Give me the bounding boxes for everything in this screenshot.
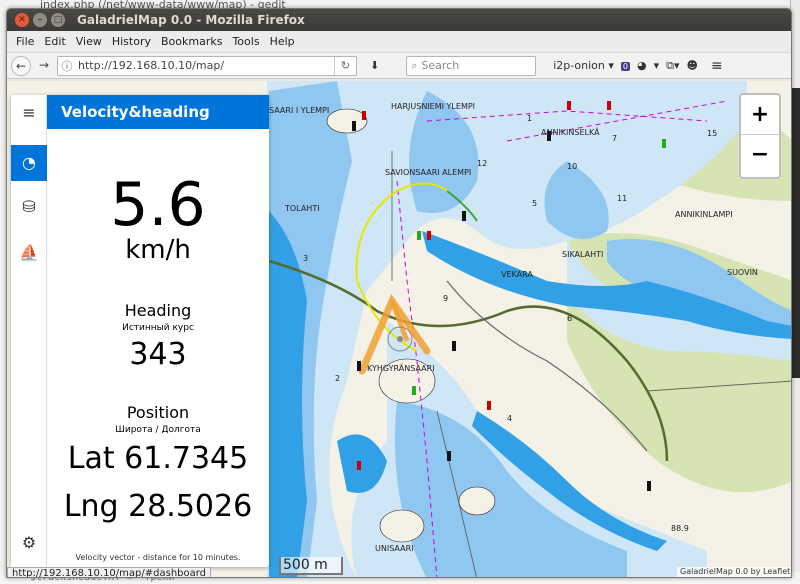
depth-label: 11 — [617, 194, 627, 203]
sidebar-tab-ship[interactable]: ⛵ — [11, 235, 47, 271]
place-label: SUOVIN — [727, 268, 758, 277]
place-label: ANNIKINSELKÄ — [541, 127, 600, 137]
zoom-control: + − — [739, 93, 781, 179]
status-url: http://192.168.10.10/map/#dashboard — [7, 567, 212, 577]
depth-label: 12 — [477, 159, 487, 168]
browser-window: ✕ – □ GaladrielMap 0.0 - Mozilla Firefox… — [6, 8, 792, 578]
search-placeholder: Search — [421, 59, 460, 72]
velocity-footnote: Velocity vector - distance for 10 minute… — [75, 553, 241, 562]
place-label: SAARI I YLEMPI — [269, 106, 329, 115]
mask-icon[interactable]: ◕ — [635, 59, 649, 72]
site-info-icon[interactable]: ⓘ — [58, 58, 76, 74]
menu-view[interactable]: View — [71, 35, 107, 48]
zoom-out-button[interactable]: − — [741, 135, 779, 175]
depth-label: 6 — [567, 314, 572, 323]
place-label: KYHGYRÄNSAARI — [367, 363, 435, 373]
position-sublabel: Широта / Долгота — [115, 425, 201, 435]
close-window-button[interactable]: ✕ — [15, 13, 29, 27]
navigation-toolbar: ← → ⓘ http://192.168.10.10/map/ ↻ ⬇ ⌕ Se… — [7, 53, 791, 79]
maximize-window-button[interactable]: □ — [51, 13, 65, 27]
window-title: GaladrielMap 0.0 - Mozilla Firefox — [77, 13, 305, 27]
depth-label: 5 — [532, 199, 537, 208]
menu-tools[interactable]: Tools — [227, 35, 264, 48]
forward-icon[interactable]: → — [34, 56, 54, 76]
place-label: SAVIONSAARI ALEMPI — [385, 168, 471, 177]
reload-icon[interactable]: ↻ — [334, 56, 356, 75]
extension-dropdown-icon[interactable]: ▾ — [652, 59, 662, 72]
depth-label: 9 — [443, 294, 448, 303]
place-label: ANNIKINLAMPI — [675, 210, 733, 219]
sidebar-tabs: ≡ ◔ ⛁ ⛵ ⚙ — [11, 95, 47, 567]
sidebar-menu-icon[interactable]: ≡ — [11, 95, 47, 131]
settings-icon: ⚙ — [21, 533, 37, 552]
depth-label: 15 — [707, 129, 717, 138]
depth-label: 3 — [303, 254, 308, 263]
ship-icon: ⛵ — [19, 243, 39, 262]
menu-bookmarks[interactable]: Bookmarks — [156, 35, 227, 48]
menu-file[interactable]: File — [11, 35, 39, 48]
sidebar-tab-routes[interactable]: ⛁ — [11, 189, 47, 225]
place-label: TOLAHTI — [284, 204, 320, 213]
depth-label: 1 — [527, 114, 532, 123]
back-icon[interactable]: ← — [11, 55, 31, 76]
dashboard-title: Velocity&heading — [47, 95, 269, 129]
speed-value: 5.6 — [110, 170, 206, 240]
depth-label: 7 — [612, 134, 617, 143]
depth-label: 88.9 — [671, 524, 689, 533]
sidebar: ≡ ◔ ⛁ ⛵ ⚙ Velocity&heading 5.6 km/h Head… — [11, 95, 269, 567]
position-label: Position — [126, 403, 190, 422]
dashboard-icon: ◔ — [22, 153, 36, 172]
download-icon[interactable]: ⬇ — [368, 59, 381, 72]
heading-value: 343 — [129, 337, 187, 372]
speed-unit: km/h — [125, 235, 191, 265]
map-scale: 500 m — [279, 557, 343, 575]
route-icon: ⛁ — [22, 197, 36, 216]
zoom-in-button[interactable]: + — [741, 95, 779, 135]
menu-history[interactable]: History — [107, 35, 156, 48]
search-icon: ⌕ — [411, 58, 418, 72]
menu-edit[interactable]: Edit — [39, 35, 70, 48]
i2p-onion-dropdown[interactable]: i2p-onion ▾ — [551, 59, 616, 72]
map-attribution[interactable]: GaladrielMap 0.0 by Leaflet — [677, 567, 791, 577]
heading-label: Heading — [124, 301, 192, 320]
place-label: SIKALAHTI — [562, 250, 603, 259]
latitude-value: Lat 61.7345 — [67, 441, 249, 476]
title-bar: ✕ – □ GaladrielMap 0.0 - Mozilla Firefox — [7, 9, 791, 31]
place-label: HARJUSNIEMI YLEMPI — [391, 102, 475, 111]
minimize-window-button[interactable]: – — [33, 13, 47, 27]
menu-bar: File Edit View History Bookmarks Tools H… — [7, 31, 791, 53]
dashboard-pane: Velocity&heading 5.6 km/h Heading Истинн… — [47, 95, 269, 567]
place-label: VEKARA — [501, 270, 533, 279]
place-label: UNISAARI — [375, 544, 414, 553]
sidebar-tab-dashboard[interactable]: ◔ — [11, 145, 47, 181]
longitude-value: Lng 28.5026 — [63, 489, 253, 524]
menu-help[interactable]: Help — [265, 35, 300, 48]
i2p-label: i2p-onion — [553, 59, 605, 72]
search-input[interactable]: ⌕ Search — [406, 55, 537, 76]
depth-label: 2 — [335, 374, 340, 383]
extension-badge[interactable]: 0 — [619, 59, 632, 72]
map-content: SAARI I YLEMPI HARJUSNIEMI YLEMPI ANNIKI… — [7, 81, 791, 577]
heading-sublabel: Истинный курс — [122, 323, 194, 333]
url-text[interactable]: http://192.168.10.10/map/ — [76, 59, 224, 72]
url-bar[interactable]: ⓘ http://192.168.10.10/map/ ↻ — [57, 55, 357, 76]
monkey-icon[interactable]: ☻ — [685, 59, 700, 72]
container-icon[interactable]: ⧉▾ — [664, 59, 681, 73]
hamburger-menu-icon[interactable]: ≡ — [709, 58, 725, 74]
sidebar-tab-settings[interactable]: ⚙ — [11, 525, 47, 561]
depth-label: 4 — [507, 414, 512, 423]
depth-label: 10 — [567, 162, 577, 171]
